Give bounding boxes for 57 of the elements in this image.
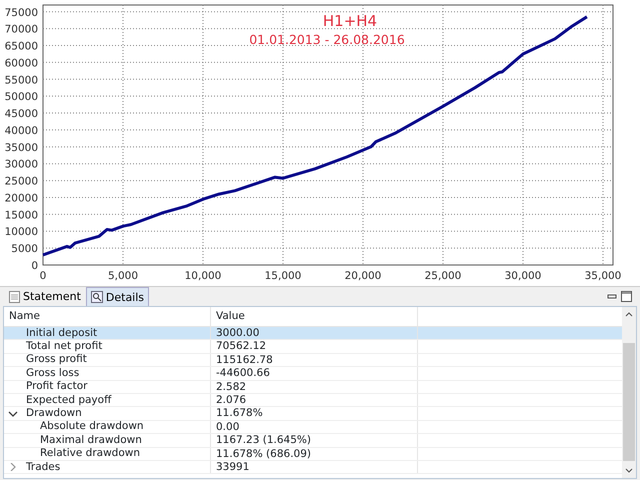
row-value: 2.076 (216, 394, 246, 406)
row-value: 3000.00 (216, 327, 260, 339)
y-tick-label: 0 (31, 260, 38, 272)
row-value: 11.678% (686.09) (216, 448, 311, 460)
y-tick-label: 10000 (4, 226, 38, 238)
x-tick-label: 25,000 (424, 270, 462, 282)
row-value: 70562.12 (216, 340, 266, 352)
row-name: Total net profit (26, 340, 102, 354)
row-name: Trades (26, 460, 60, 474)
row-value: 11.678% (216, 407, 263, 420)
y-tick-label: 45000 (4, 108, 38, 120)
chevron-right-icon[interactable] (8, 463, 18, 472)
tab[interactable]: Details (86, 287, 150, 306)
row-name: Expected payoff (26, 394, 112, 407)
y-tick-label: 55000 (4, 74, 38, 86)
chart-subtitle: 01.01.2013 - 26.08.2016 (249, 32, 405, 47)
row-value: -44600.66 (216, 367, 270, 380)
x-tick-label: 20,000 (344, 270, 382, 282)
y-tick-label: 40000 (4, 124, 38, 137)
y-tick-label: 25000 (4, 176, 38, 188)
x-tick-label: 30,000 (504, 270, 542, 282)
row-value: 2.582 (216, 380, 246, 393)
x-tick-label: 10,000 (184, 270, 222, 282)
chevron-down-icon[interactable] (8, 410, 18, 418)
magnifier-icon (90, 291, 103, 303)
row-name: Initial deposit (26, 326, 98, 340)
y-tick-label: 20000 (4, 192, 38, 204)
x-tick-label: 35,000 (584, 270, 622, 282)
x-tick-label: 15,000 (264, 270, 302, 282)
row-name: Gross profit (26, 353, 87, 366)
y-tick-label: 15000 (4, 209, 38, 222)
y-tick-label: 60000 (4, 57, 38, 70)
row-name: Drawdown (26, 407, 82, 420)
row-value: 33991 (216, 460, 250, 473)
row-value: 1167.23 (1.645%) (216, 434, 311, 446)
row-name: Profit factor (26, 380, 88, 394)
x-tick-label: 5,000 (108, 270, 138, 282)
row-name: Gross loss (26, 366, 80, 380)
column-header[interactable]: Name (4, 307, 211, 326)
row-value: 115162.78 (216, 354, 273, 366)
row-name: Absolute drawdown (40, 420, 144, 434)
y-tick-label: 50000 (4, 91, 38, 104)
y-tick-label: 75000 (4, 6, 38, 19)
row-name: Relative drawdown (40, 447, 140, 460)
tab[interactable]: Statement (4, 287, 86, 306)
y-tick-label: 30000 (4, 158, 38, 171)
document-icon (9, 290, 20, 302)
y-tick-label: 35000 (4, 142, 38, 154)
y-tick-label: 70000 (4, 24, 38, 36)
x-tick-label: 0 (40, 270, 46, 282)
row-value: 0.00 (216, 420, 240, 433)
y-tick-label: 65000 (4, 40, 38, 53)
column-header[interactable]: Value (211, 307, 418, 326)
y-tick-label: 5000 (11, 243, 38, 256)
chart-title: H1+H4 (322, 12, 378, 30)
maximize-icon[interactable] (621, 291, 632, 302)
row-name: Maximal drawdown (40, 434, 142, 447)
